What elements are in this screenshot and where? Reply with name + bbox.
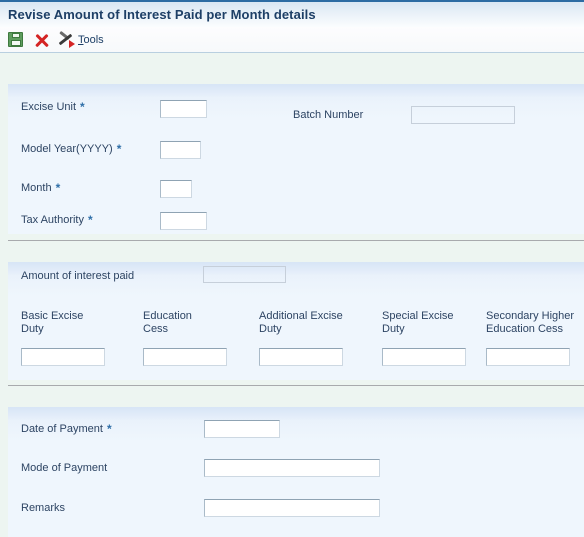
- label-excise-unit: Excise Unit *: [21, 101, 85, 114]
- tools-menu-label[interactable]: Tools: [78, 34, 104, 46]
- month-input[interactable]: [160, 180, 192, 198]
- cancel-x-icon: [33, 31, 51, 49]
- label-amount-of-interest-paid: Amount of interest paid: [21, 270, 135, 282]
- batch-number-input[interactable]: [411, 106, 515, 124]
- education-cess-input[interactable]: [143, 348, 227, 366]
- required-indicator: *: [106, 422, 112, 436]
- tools-hammer-icon: [57, 30, 75, 49]
- label-remarks: Remarks: [21, 502, 66, 514]
- column-header-secondary-higher-education-cess: Secondary Higher Education Cess: [486, 310, 575, 335]
- window-title-bar: Revise Amount of Interest Paid per Month…: [0, 0, 584, 27]
- tools-button[interactable]: [57, 30, 75, 49]
- section-header-gradient: [8, 84, 584, 98]
- label-date-of-payment: Date of Payment *: [21, 423, 112, 436]
- required-indicator: *: [80, 100, 85, 114]
- save-button[interactable]: [7, 31, 25, 49]
- save-floppy-icon: [8, 32, 23, 47]
- page-title: Revise Amount of Interest Paid per Month…: [8, 7, 316, 22]
- label-tax-authority-text: Tax Authority: [21, 214, 84, 226]
- section-header-gradient: [8, 407, 584, 421]
- basic-excise-duty-input[interactable]: [21, 348, 105, 366]
- column-header-basic-excise-duty: Basic Excise Duty: [21, 310, 84, 335]
- label-month: Month *: [21, 182, 60, 195]
- label-model-year-text: Model Year(YYYY): [21, 143, 113, 155]
- column-header-additional-excise-duty: Additional Excise Duty: [259, 310, 343, 335]
- special-excise-duty-input[interactable]: [382, 348, 466, 366]
- required-indicator: *: [55, 181, 61, 195]
- label-mode-of-payment: Mode of Payment: [21, 462, 108, 474]
- required-indicator: *: [87, 213, 93, 227]
- application-window: Revise Amount of Interest Paid per Month…: [0, 0, 584, 537]
- required-indicator: *: [116, 142, 122, 156]
- tax-authority-input[interactable]: [160, 212, 207, 230]
- tools-label-rest: ools: [83, 34, 104, 46]
- cancel-button[interactable]: [33, 31, 51, 49]
- label-excise-unit-text: Excise Unit: [21, 101, 77, 113]
- secondary-higher-education-cess-input[interactable]: [486, 348, 570, 366]
- section-divider-1: [8, 240, 584, 241]
- column-header-education-cess: Education Cess: [143, 310, 192, 335]
- column-header-special-excise-duty: Special Excise Duty: [382, 310, 454, 335]
- mode-of-payment-input[interactable]: [204, 459, 380, 477]
- label-date-of-payment-text: Date of Payment: [21, 423, 103, 435]
- additional-excise-duty-input[interactable]: [259, 348, 343, 366]
- form-toolbar: Tools: [0, 27, 584, 53]
- label-batch-number: Batch Number: [293, 109, 364, 121]
- section-divider-2: [8, 385, 584, 386]
- label-model-year: Model Year(YYYY) *: [21, 143, 121, 156]
- label-month-text: Month: [21, 182, 52, 194]
- remarks-input[interactable]: [204, 499, 380, 517]
- amount-of-interest-paid-input[interactable]: [203, 266, 286, 283]
- date-of-payment-input[interactable]: [204, 420, 280, 438]
- excise-unit-input[interactable]: [160, 100, 207, 118]
- model-year-input[interactable]: [160, 141, 201, 159]
- label-tax-authority: Tax Authority *: [21, 214, 93, 227]
